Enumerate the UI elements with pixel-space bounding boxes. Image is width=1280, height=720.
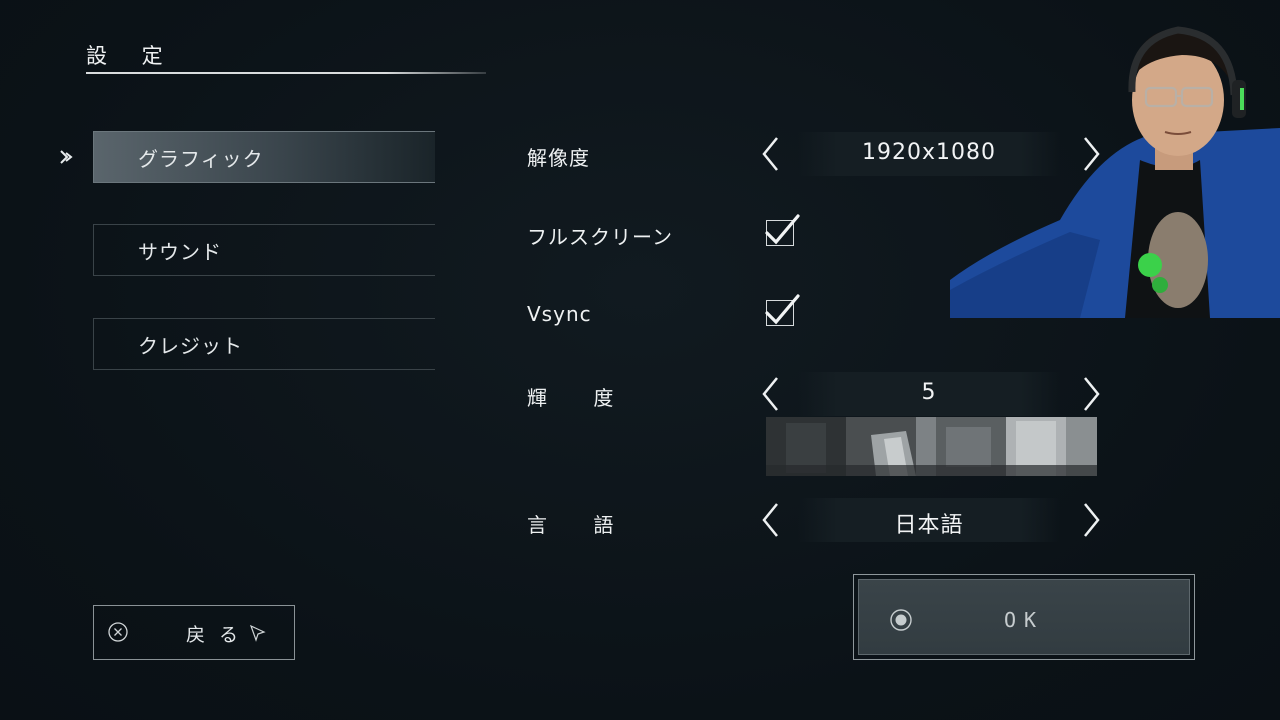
- fullscreen-label: フルスクリーン: [527, 225, 673, 249]
- checkmark-icon: [765, 214, 800, 245]
- ok-button-inner: OK: [858, 579, 1190, 655]
- language-value: 日本語: [894, 513, 964, 538]
- webcam-overlay: [950, 0, 1280, 318]
- title-underline: [86, 72, 486, 74]
- brightness-value: 5: [921, 380, 937, 405]
- brightness-prev-arrow-icon[interactable]: [760, 376, 782, 412]
- brightness-preview-image: [766, 417, 1097, 476]
- checkmark-icon: [765, 294, 800, 325]
- resolution-label: 解像度: [527, 146, 590, 170]
- brightness-next-arrow-icon[interactable]: [1080, 376, 1102, 412]
- language-prev-arrow-icon[interactable]: [760, 502, 782, 538]
- ok-button[interactable]: OK: [853, 574, 1195, 660]
- mouse-pointer-icon: [249, 624, 266, 642]
- settings-screen: 設 定 グラフィック サウンド クレジット 戻る 解像度 1920x1080 フ…: [0, 0, 1280, 720]
- vsync-label: Vsync: [527, 302, 592, 326]
- cross-button-icon: [108, 622, 128, 642]
- resolution-prev-arrow-icon[interactable]: [760, 136, 782, 172]
- page-title: 設 定: [86, 44, 177, 68]
- menu-item-sound[interactable]: サウンド: [93, 224, 435, 276]
- ok-button-label: OK: [1003, 608, 1045, 632]
- menu-item-credits[interactable]: クレジット: [93, 318, 435, 370]
- menu-item-label: クレジット: [138, 333, 243, 358]
- back-button-label: 戻る: [186, 624, 253, 646]
- vsync-checkbox[interactable]: [765, 294, 800, 326]
- language-label: 言 語: [527, 513, 634, 537]
- menu-item-label: サウンド: [138, 239, 222, 264]
- menu-item-graphics[interactable]: グラフィック: [93, 131, 435, 183]
- language-next-arrow-icon[interactable]: [1080, 502, 1102, 538]
- menu-cursor-icon: [59, 148, 75, 166]
- fullscreen-checkbox[interactable]: [765, 214, 800, 246]
- brightness-label: 輝 度: [527, 386, 634, 410]
- menu-item-label: グラフィック: [138, 146, 264, 171]
